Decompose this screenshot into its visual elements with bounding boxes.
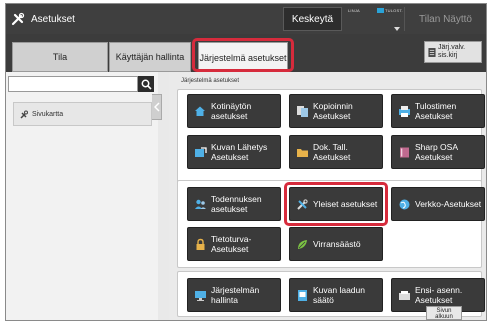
kuvan-lahetys-asetukset-button[interactable]: Kuvan Lähetys Asetukset (187, 135, 281, 169)
log-icon (428, 47, 436, 57)
sidebar-item-sivukartta[interactable]: Sivukartta (13, 102, 152, 126)
users-icon (193, 197, 207, 211)
virransaasto-button[interactable]: Virransäästö (289, 227, 383, 261)
chevron-left-icon (153, 102, 160, 112)
setup-icon (397, 288, 411, 302)
globe-icon (397, 197, 411, 211)
app-title: Asetukset (31, 13, 75, 25)
sivukartta-label: Sivukartta (32, 110, 64, 118)
leaf-icon (295, 237, 309, 251)
kotinayton-label: Kotinäytön asetukset (211, 101, 252, 121)
dok-tall-asetukset-button[interactable]: Dok. Tall. Asetukset (289, 135, 383, 169)
home-icon (193, 104, 207, 118)
settings-window: Asetukset Keskeytä LINJA TULOST. Tilan N… (5, 3, 487, 321)
search-input[interactable] (8, 76, 138, 92)
sharp-osa-label: Sharp OSA Asetukset (415, 142, 458, 162)
tab-highlight-ring (192, 38, 294, 72)
send-icon (193, 145, 207, 159)
folder-icon (295, 145, 309, 159)
book-icon (397, 145, 411, 159)
kopioinnin-asetukset-button[interactable]: Kopioinnin Asetukset (289, 94, 383, 128)
tietoturva-label: Tietoturva-Asetukset (211, 234, 252, 254)
collapse-panel-button[interactable] (152, 94, 162, 120)
breadcrumb: Järjestelmä asetukset (181, 78, 240, 84)
search-button[interactable] (138, 76, 154, 92)
virransaasto-label: Virransäästö (313, 239, 361, 249)
tulostimen-label: Tulostimen Asetukset (415, 101, 457, 121)
todennuksen-label: Todennuksen asetukset (211, 194, 262, 214)
copy-icon (295, 104, 309, 118)
kuvan-laadun-saato-button[interactable]: Kuvan laadun säätö (289, 278, 383, 312)
sitemap-icon (20, 110, 28, 119)
main-panel: Järjestelmä asetukset Kotinäytön asetuks… (169, 72, 486, 320)
jarj-valv-button[interactable]: Järj.valv. sis.kirj (424, 41, 482, 63)
todennuksen-asetukset-button[interactable]: Todennuksen asetukset (187, 187, 281, 221)
tab-tila[interactable]: Tila (12, 42, 108, 72)
sivun-alkuun-button[interactable]: Sivun alkuun (426, 306, 462, 320)
jarjestelman-hallinta-label: Järjestelmän hallinta (211, 285, 260, 305)
printer-icon (397, 104, 411, 118)
status-line-label: LINJA (348, 8, 360, 13)
tab-kayttajan-hallinta[interactable]: Käyttäjän hallinta (109, 42, 191, 72)
tilan-naytto-button[interactable]: Tilan Näyttö (404, 7, 486, 31)
lock-icon (193, 237, 207, 251)
jarj-valv-label: Järj.valv. sis.kirj (437, 44, 466, 59)
status-indicator (377, 8, 384, 13)
status-print-label: TULOST. (385, 8, 403, 13)
sharp-osa-asetukset-button[interactable]: Sharp OSA Asetukset (391, 135, 485, 169)
kopioinnin-label: Kopioinnin Asetukset (313, 101, 353, 121)
tulostimen-asetukset-button[interactable]: Tulostimen Asetukset (391, 94, 485, 128)
status-dropdown-icon[interactable] (394, 27, 400, 31)
top-bar: Asetukset Keskeytä LINJA TULOST. Tilan N… (6, 4, 486, 34)
search-icon (141, 79, 152, 90)
ensi-asenn-label: Ensi- asenn. Asetukset (415, 285, 463, 305)
image-quality-icon (295, 288, 309, 302)
jarjestelman-hallinta-button[interactable]: Järjestelmän hallinta (187, 278, 281, 312)
tab-bar: Tila Käyttäjän hallinta Järjestelmä aset… (6, 34, 486, 73)
dok-tall-label: Dok. Tall. Asetukset (313, 142, 351, 162)
monitor-icon (193, 288, 207, 302)
yleiset-highlight-ring (284, 182, 388, 226)
left-panel: Sivukartta (6, 72, 162, 320)
kuvan-laadun-label: Kuvan laadun säätö (313, 285, 365, 305)
keskeyta-button[interactable]: Keskeytä (283, 7, 342, 31)
verkko-label: Verkko-Asetukset (415, 199, 482, 209)
verkko-asetukset-button[interactable]: Verkko-Asetukset (391, 187, 485, 221)
kuvan-lahetys-label: Kuvan Lähetys Asetukset (211, 142, 268, 162)
kotinayton-asetukset-button[interactable]: Kotinäytön asetukset (187, 94, 281, 128)
tools-icon (11, 12, 25, 26)
tietoturva-asetukset-button[interactable]: Tietoturva-Asetukset (187, 227, 281, 261)
settings-title: Asetukset (10, 4, 75, 34)
